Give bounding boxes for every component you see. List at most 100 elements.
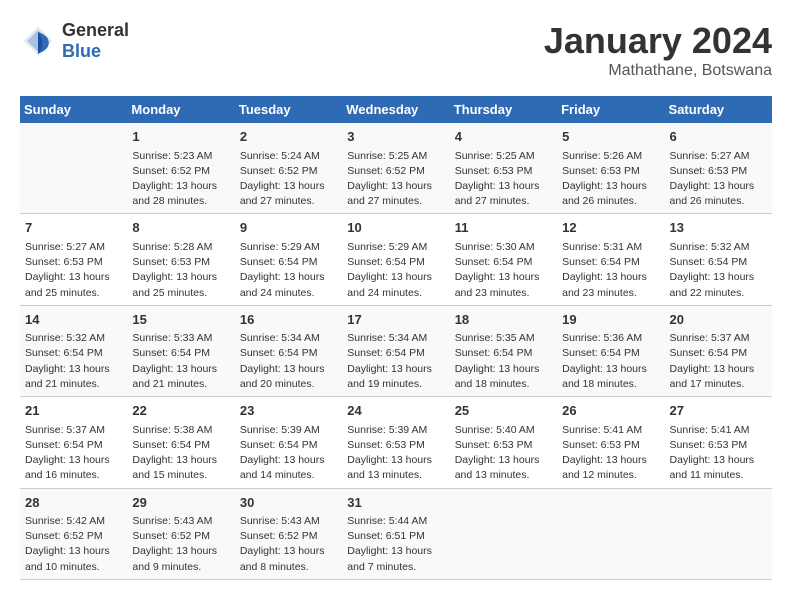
calendar-cell (665, 488, 772, 579)
day-info: Sunrise: 5:32 AMSunset: 6:54 PMDaylight:… (670, 240, 767, 301)
week-row-1: 1Sunrise: 5:23 AMSunset: 6:52 PMDaylight… (20, 123, 772, 214)
calendar-cell: 21Sunrise: 5:37 AMSunset: 6:54 PMDayligh… (20, 397, 127, 488)
location-subtitle: Mathathane, Botswana (544, 62, 772, 80)
calendar-cell: 26Sunrise: 5:41 AMSunset: 6:53 PMDayligh… (557, 397, 664, 488)
calendar-cell: 10Sunrise: 5:29 AMSunset: 6:54 PMDayligh… (342, 214, 449, 305)
day-info: Sunrise: 5:40 AMSunset: 6:53 PMDaylight:… (455, 423, 552, 484)
day-info: Sunrise: 5:28 AMSunset: 6:53 PMDaylight:… (132, 240, 229, 301)
day-info: Sunrise: 5:39 AMSunset: 6:54 PMDaylight:… (240, 423, 337, 484)
day-info: Sunrise: 5:36 AMSunset: 6:54 PMDaylight:… (562, 331, 659, 392)
day-number: 26 (562, 401, 659, 421)
calendar-cell: 18Sunrise: 5:35 AMSunset: 6:54 PMDayligh… (450, 305, 557, 396)
day-info: Sunrise: 5:34 AMSunset: 6:54 PMDaylight:… (240, 331, 337, 392)
calendar-cell: 15Sunrise: 5:33 AMSunset: 6:54 PMDayligh… (127, 305, 234, 396)
day-info: Sunrise: 5:41 AMSunset: 6:53 PMDaylight:… (670, 423, 767, 484)
calendar-cell: 2Sunrise: 5:24 AMSunset: 6:52 PMDaylight… (235, 123, 342, 214)
day-number: 4 (455, 127, 552, 147)
day-number: 3 (347, 127, 444, 147)
logo-icon (20, 23, 56, 59)
weekday-header-saturday: Saturday (665, 96, 772, 123)
day-info: Sunrise: 5:41 AMSunset: 6:53 PMDaylight:… (562, 423, 659, 484)
logo: General Blue (20, 20, 129, 62)
weekday-header-tuesday: Tuesday (235, 96, 342, 123)
day-info: Sunrise: 5:23 AMSunset: 6:52 PMDaylight:… (132, 149, 229, 210)
day-number: 9 (240, 218, 337, 238)
calendar-cell (450, 488, 557, 579)
day-number: 15 (132, 310, 229, 330)
day-info: Sunrise: 5:44 AMSunset: 6:51 PMDaylight:… (347, 514, 444, 575)
calendar-cell: 28Sunrise: 5:42 AMSunset: 6:52 PMDayligh… (20, 488, 127, 579)
week-row-3: 14Sunrise: 5:32 AMSunset: 6:54 PMDayligh… (20, 305, 772, 396)
day-number: 2 (240, 127, 337, 147)
day-info: Sunrise: 5:43 AMSunset: 6:52 PMDaylight:… (132, 514, 229, 575)
day-number: 20 (670, 310, 767, 330)
day-info: Sunrise: 5:34 AMSunset: 6:54 PMDaylight:… (347, 331, 444, 392)
weekday-header-wednesday: Wednesday (342, 96, 449, 123)
day-info: Sunrise: 5:35 AMSunset: 6:54 PMDaylight:… (455, 331, 552, 392)
logo-text: General Blue (62, 20, 129, 62)
day-number: 5 (562, 127, 659, 147)
calendar-cell: 14Sunrise: 5:32 AMSunset: 6:54 PMDayligh… (20, 305, 127, 396)
day-number: 10 (347, 218, 444, 238)
day-number: 30 (240, 493, 337, 513)
calendar-cell: 13Sunrise: 5:32 AMSunset: 6:54 PMDayligh… (665, 214, 772, 305)
weekday-header-row: SundayMondayTuesdayWednesdayThursdayFrid… (20, 96, 772, 123)
day-info: Sunrise: 5:30 AMSunset: 6:54 PMDaylight:… (455, 240, 552, 301)
day-number: 31 (347, 493, 444, 513)
day-info: Sunrise: 5:33 AMSunset: 6:54 PMDaylight:… (132, 331, 229, 392)
month-year-title: January 2024 (544, 20, 772, 62)
day-number: 22 (132, 401, 229, 421)
week-row-2: 7Sunrise: 5:27 AMSunset: 6:53 PMDaylight… (20, 214, 772, 305)
calendar-cell: 8Sunrise: 5:28 AMSunset: 6:53 PMDaylight… (127, 214, 234, 305)
day-info: Sunrise: 5:31 AMSunset: 6:54 PMDaylight:… (562, 240, 659, 301)
calendar-cell: 16Sunrise: 5:34 AMSunset: 6:54 PMDayligh… (235, 305, 342, 396)
calendar-cell: 9Sunrise: 5:29 AMSunset: 6:54 PMDaylight… (235, 214, 342, 305)
day-info: Sunrise: 5:43 AMSunset: 6:52 PMDaylight:… (240, 514, 337, 575)
day-info: Sunrise: 5:38 AMSunset: 6:54 PMDaylight:… (132, 423, 229, 484)
calendar-cell: 12Sunrise: 5:31 AMSunset: 6:54 PMDayligh… (557, 214, 664, 305)
weekday-header-friday: Friday (557, 96, 664, 123)
day-number: 7 (25, 218, 122, 238)
calendar-cell: 3Sunrise: 5:25 AMSunset: 6:52 PMDaylight… (342, 123, 449, 214)
calendar-cell: 19Sunrise: 5:36 AMSunset: 6:54 PMDayligh… (557, 305, 664, 396)
calendar-cell (20, 123, 127, 214)
calendar-cell: 31Sunrise: 5:44 AMSunset: 6:51 PMDayligh… (342, 488, 449, 579)
day-info: Sunrise: 5:26 AMSunset: 6:53 PMDaylight:… (562, 149, 659, 210)
day-number: 27 (670, 401, 767, 421)
day-number: 1 (132, 127, 229, 147)
page-header: General Blue January 2024 Mathathane, Bo… (20, 20, 772, 80)
calendar-cell: 1Sunrise: 5:23 AMSunset: 6:52 PMDaylight… (127, 123, 234, 214)
day-info: Sunrise: 5:24 AMSunset: 6:52 PMDaylight:… (240, 149, 337, 210)
day-number: 24 (347, 401, 444, 421)
day-number: 11 (455, 218, 552, 238)
calendar-cell: 22Sunrise: 5:38 AMSunset: 6:54 PMDayligh… (127, 397, 234, 488)
calendar-table: SundayMondayTuesdayWednesdayThursdayFrid… (20, 96, 772, 580)
calendar-cell: 23Sunrise: 5:39 AMSunset: 6:54 PMDayligh… (235, 397, 342, 488)
calendar-cell: 11Sunrise: 5:30 AMSunset: 6:54 PMDayligh… (450, 214, 557, 305)
weekday-header-thursday: Thursday (450, 96, 557, 123)
title-block: January 2024 Mathathane, Botswana (544, 20, 772, 80)
day-number: 14 (25, 310, 122, 330)
calendar-cell (557, 488, 664, 579)
day-number: 18 (455, 310, 552, 330)
day-number: 28 (25, 493, 122, 513)
calendar-cell: 29Sunrise: 5:43 AMSunset: 6:52 PMDayligh… (127, 488, 234, 579)
day-info: Sunrise: 5:42 AMSunset: 6:52 PMDaylight:… (25, 514, 122, 575)
day-number: 23 (240, 401, 337, 421)
day-number: 12 (562, 218, 659, 238)
day-info: Sunrise: 5:25 AMSunset: 6:52 PMDaylight:… (347, 149, 444, 210)
calendar-cell: 6Sunrise: 5:27 AMSunset: 6:53 PMDaylight… (665, 123, 772, 214)
day-info: Sunrise: 5:27 AMSunset: 6:53 PMDaylight:… (25, 240, 122, 301)
day-info: Sunrise: 5:39 AMSunset: 6:53 PMDaylight:… (347, 423, 444, 484)
day-info: Sunrise: 5:25 AMSunset: 6:53 PMDaylight:… (455, 149, 552, 210)
calendar-cell: 24Sunrise: 5:39 AMSunset: 6:53 PMDayligh… (342, 397, 449, 488)
weekday-header-monday: Monday (127, 96, 234, 123)
weekday-header-sunday: Sunday (20, 96, 127, 123)
day-number: 25 (455, 401, 552, 421)
calendar-cell: 7Sunrise: 5:27 AMSunset: 6:53 PMDaylight… (20, 214, 127, 305)
calendar-cell: 20Sunrise: 5:37 AMSunset: 6:54 PMDayligh… (665, 305, 772, 396)
calendar-cell: 30Sunrise: 5:43 AMSunset: 6:52 PMDayligh… (235, 488, 342, 579)
day-number: 16 (240, 310, 337, 330)
day-info: Sunrise: 5:27 AMSunset: 6:53 PMDaylight:… (670, 149, 767, 210)
day-number: 19 (562, 310, 659, 330)
